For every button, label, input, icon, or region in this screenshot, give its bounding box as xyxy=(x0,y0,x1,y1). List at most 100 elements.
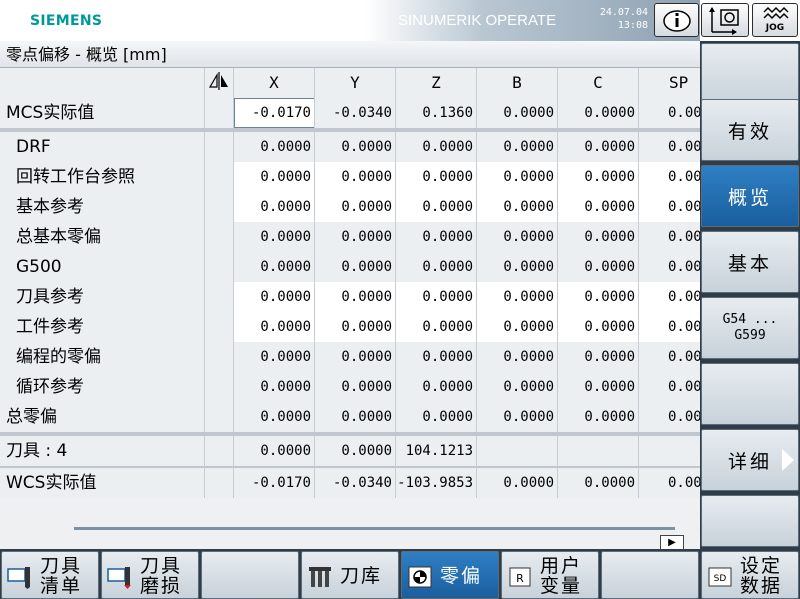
value-cell[interactable]: 0.0000 xyxy=(315,436,396,466)
softkey-work-offset[interactable]: 零偏 xyxy=(401,551,499,599)
softkey-h7[interactable] xyxy=(601,551,699,599)
value-cell[interactable]: 0.00 xyxy=(639,312,700,342)
table-row[interactable]: 基本参考 0.0000 0.0000 0.0000 0.0000 0.0000 … xyxy=(0,192,700,222)
value-cell[interactable]: 0.0000 xyxy=(234,222,315,252)
table-row[interactable]: 回转工作台参照 0.0000 0.0000 0.0000 0.0000 0.00… xyxy=(0,162,700,192)
softkey-magazine[interactable]: 刀库 xyxy=(301,551,399,599)
softkey-v8[interactable] xyxy=(701,495,799,547)
softkey-v1[interactable] xyxy=(701,43,799,105)
value-cell[interactable]: 0.0000 xyxy=(558,468,639,498)
value-cell[interactable]: 0.0000 xyxy=(234,342,315,372)
value-cell[interactable] xyxy=(639,436,700,466)
value-cell[interactable]: 0.0000 xyxy=(234,312,315,342)
softkey-h3[interactable] xyxy=(201,551,299,599)
value-cell[interactable]: 0.0000 xyxy=(396,282,477,312)
value-cell[interactable]: 104.1213 xyxy=(396,436,477,466)
value-cell[interactable]: 0.00 xyxy=(639,192,700,222)
value-cell[interactable]: -0.0170 xyxy=(234,98,315,128)
value-cell[interactable] xyxy=(477,436,558,466)
jog-mode-button[interactable]: JOG xyxy=(752,3,798,37)
softkey-tool-wear[interactable]: 刀具 磨损 xyxy=(101,551,199,599)
softkey-basic[interactable]: 基本 xyxy=(701,231,799,293)
value-cell[interactable]: 0.00 xyxy=(639,162,700,192)
value-cell[interactable]: 0.0000 xyxy=(234,252,315,282)
softkey-v6[interactable] xyxy=(701,363,799,425)
value-cell[interactable]: 0.0000 xyxy=(558,372,639,402)
value-cell[interactable]: 0.0000 xyxy=(558,342,639,372)
value-cell[interactable]: 0.0000 xyxy=(234,132,315,162)
value-cell[interactable]: 0.0000 xyxy=(315,342,396,372)
value-cell[interactable]: 0.0000 xyxy=(558,98,639,128)
value-cell[interactable]: 0.0000 xyxy=(234,192,315,222)
value-cell[interactable]: 0.0000 xyxy=(234,162,315,192)
table-row[interactable]: 总基本零偏 0.0000 0.0000 0.0000 0.0000 0.0000… xyxy=(0,222,700,252)
value-cell[interactable]: 0.0000 xyxy=(558,132,639,162)
table-row[interactable]: 总零偏 0.0000 0.0000 0.0000 0.0000 0.0000 0… xyxy=(0,402,700,432)
softkey-user-variables[interactable]: R 用户 变量 xyxy=(501,551,599,599)
value-cell[interactable]: 0.00 xyxy=(639,282,700,312)
value-cell[interactable]: 0.00 xyxy=(639,468,700,498)
value-cell[interactable]: 0.0000 xyxy=(234,436,315,466)
value-cell[interactable]: 0.0000 xyxy=(396,402,477,432)
table-row[interactable]: 循环参考 0.0000 0.0000 0.0000 0.0000 0.0000 … xyxy=(0,372,700,402)
value-cell[interactable]: 0.0000 xyxy=(396,132,477,162)
value-cell[interactable]: 0.0000 xyxy=(477,372,558,402)
value-cell[interactable]: 0.0000 xyxy=(477,312,558,342)
softkey-tool-list[interactable]: 刀具 清单 xyxy=(1,551,99,599)
value-cell[interactable]: -103.9853 xyxy=(396,468,477,498)
softkey-active-offsets[interactable]: 有效 xyxy=(701,99,799,161)
value-cell[interactable]: 0.0000 xyxy=(396,162,477,192)
value-cell[interactable]: 0.0000 xyxy=(315,282,396,312)
value-cell[interactable]: 0.0000 xyxy=(477,98,558,128)
value-cell[interactable]: 0.0000 xyxy=(396,312,477,342)
value-cell[interactable]: 0.0000 xyxy=(477,192,558,222)
softkey-details[interactable]: 详细 xyxy=(701,429,799,491)
table-row[interactable]: 工件参考 0.0000 0.0000 0.0000 0.0000 0.0000 … xyxy=(0,312,700,342)
value-cell[interactable]: 0.0000 xyxy=(477,252,558,282)
softkey-g54-g599[interactable]: G54 ... G599 xyxy=(701,297,799,359)
softkey-overview[interactable]: 概览 xyxy=(701,165,799,227)
table-row[interactable]: G500 0.0000 0.0000 0.0000 0.0000 0.0000 … xyxy=(0,252,700,282)
value-cell[interactable]: 0.0000 xyxy=(315,192,396,222)
value-cell[interactable]: 0.0000 xyxy=(234,402,315,432)
table-row[interactable]: 刀具 : 4 0.0000 0.0000 104.1213 xyxy=(0,436,700,466)
value-cell[interactable]: 0.0000 xyxy=(558,222,639,252)
value-cell[interactable]: 0.0000 xyxy=(558,192,639,222)
value-cell[interactable]: 0.0000 xyxy=(396,192,477,222)
value-cell[interactable] xyxy=(558,436,639,466)
value-cell[interactable]: 0.0000 xyxy=(396,252,477,282)
value-cell[interactable]: 0.0000 xyxy=(558,282,639,312)
value-cell[interactable]: 0.0000 xyxy=(315,312,396,342)
value-cell[interactable]: 0.00 xyxy=(639,402,700,432)
value-cell[interactable]: 0.00 xyxy=(639,222,700,252)
value-cell[interactable]: 0.00 xyxy=(639,98,700,128)
value-cell[interactable]: 0.0000 xyxy=(234,282,315,312)
table-row[interactable]: 编程的零偏 0.0000 0.0000 0.0000 0.0000 0.0000… xyxy=(0,342,700,372)
value-cell[interactable]: 0.0000 xyxy=(477,342,558,372)
value-cell[interactable]: 0.0000 xyxy=(315,372,396,402)
info-button[interactable] xyxy=(654,3,699,37)
value-cell[interactable]: -0.0170 xyxy=(234,468,315,498)
value-cell[interactable]: 0.0000 xyxy=(396,342,477,372)
value-cell[interactable]: 0.0000 xyxy=(558,312,639,342)
horizontal-scrollbar[interactable] xyxy=(74,527,675,530)
value-cell[interactable]: 0.0000 xyxy=(315,252,396,282)
value-cell[interactable]: 0.0000 xyxy=(477,132,558,162)
scroll-right-button[interactable]: ▶ xyxy=(660,535,684,550)
value-cell[interactable]: 0.0000 xyxy=(315,162,396,192)
value-cell[interactable]: 0.0000 xyxy=(234,372,315,402)
value-cell[interactable]: 0.0000 xyxy=(558,162,639,192)
value-cell[interactable]: 0.0000 xyxy=(477,402,558,432)
value-cell[interactable]: 0.0000 xyxy=(558,252,639,282)
value-cell[interactable]: 0.00 xyxy=(639,342,700,372)
table-row[interactable]: 刀具参考 0.0000 0.0000 0.0000 0.0000 0.0000 … xyxy=(0,282,700,312)
value-cell[interactable]: 0.0000 xyxy=(315,402,396,432)
value-cell[interactable]: 0.00 xyxy=(639,252,700,282)
table-row[interactable]: DRF 0.0000 0.0000 0.0000 0.0000 0.0000 0… xyxy=(0,132,700,162)
value-cell[interactable]: 0.00 xyxy=(639,372,700,402)
value-cell[interactable]: 0.0000 xyxy=(315,132,396,162)
value-cell[interactable]: 0.0000 xyxy=(477,282,558,312)
value-cell[interactable]: 0.0000 xyxy=(477,162,558,192)
value-cell[interactable]: 0.0000 xyxy=(558,402,639,432)
value-cell[interactable]: -0.0340 xyxy=(315,468,396,498)
